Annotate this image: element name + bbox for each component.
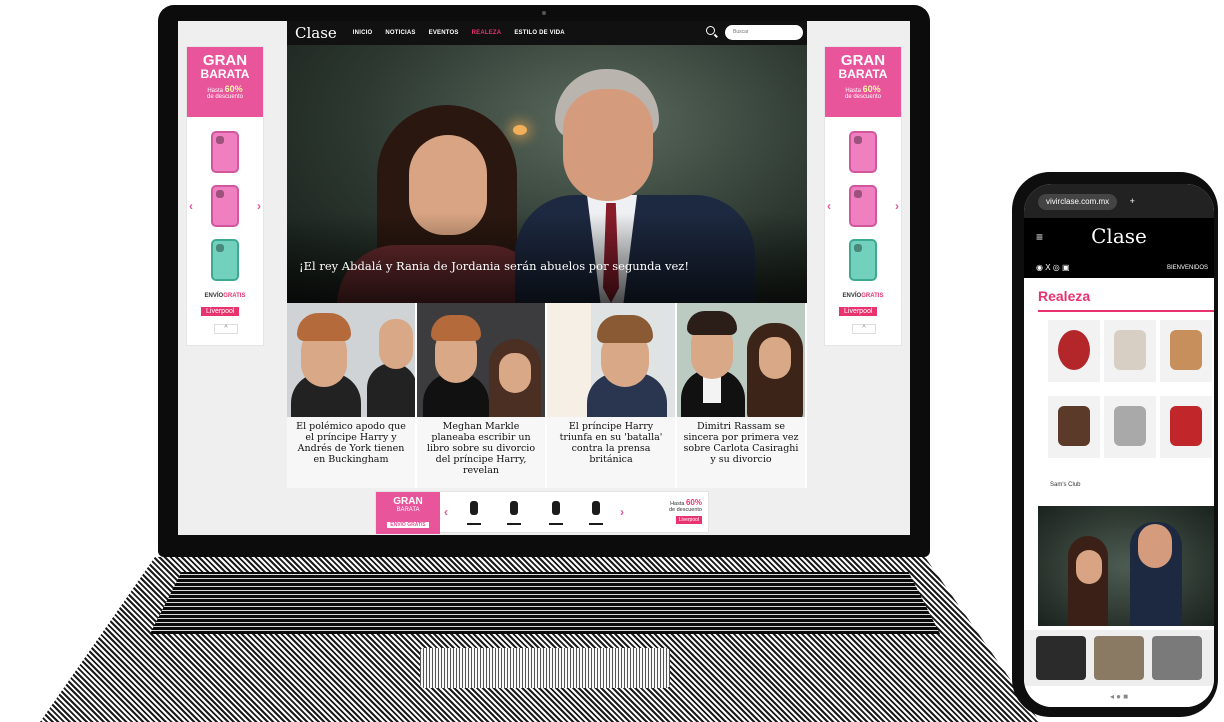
article-thumbnail[interactable] bbox=[677, 303, 805, 417]
ad-next-arrow[interactable]: › bbox=[620, 505, 624, 519]
laptop-screen: GRAN BARATA Hasta 60% de descuento ‹ › EN… bbox=[178, 21, 910, 535]
ad-promo: Hasta 60% de descuento bbox=[206, 84, 244, 100]
new-tab-icon[interactable]: + bbox=[1130, 196, 1135, 206]
ad-shipping: ENVÍOGRATIS bbox=[204, 293, 246, 299]
toy-car-icon[interactable] bbox=[506, 501, 522, 525]
phone-address-bar[interactable]: vivirclase.com.mx + bbox=[1024, 184, 1214, 218]
hero-headline[interactable]: ¡El rey Abdalá y Rania de Jordania serán… bbox=[299, 259, 689, 273]
article-title[interactable]: Dimitri Rassam se sincera por primera ve… bbox=[677, 417, 805, 488]
product-thumbnail[interactable] bbox=[1048, 320, 1100, 382]
laptop-lid: GRAN BARATA Hasta 60% de descuento ‹ › EN… bbox=[158, 5, 930, 557]
product-thumbnail[interactable] bbox=[1094, 636, 1144, 680]
phone-nav-bar[interactable]: ◂ ● ■ bbox=[1024, 687, 1214, 707]
hero-article[interactable]: ¡El rey Abdalá y Rania de Jordania serán… bbox=[287, 45, 807, 303]
section-divider bbox=[1038, 310, 1214, 312]
ad-subtitle: BARATA bbox=[200, 67, 250, 81]
left-ad-collapse-button[interactable]: ^ bbox=[214, 324, 238, 334]
article-grid: El polémico apodo que el príncipe Harry … bbox=[287, 303, 807, 488]
laptop-keyboard bbox=[150, 572, 940, 634]
phone-product-icon[interactable] bbox=[211, 185, 239, 227]
article-card[interactable]: Dimitri Rassam se sincera por primera ve… bbox=[677, 303, 807, 488]
device-mockup-scene: GRAN BARATA Hasta 60% de descuento ‹ › EN… bbox=[0, 0, 1224, 722]
phone-product-icon[interactable] bbox=[849, 185, 877, 227]
store-label: Sam's Club bbox=[1050, 482, 1081, 488]
article-title[interactable]: Meghan Markle planeaba escribir un libro… bbox=[417, 417, 545, 488]
laptop-camera bbox=[542, 11, 546, 15]
phone-product-icon[interactable] bbox=[211, 239, 239, 281]
site-nav: Clase INICIO NOTICIAS EVENTOS REALEZA ES… bbox=[287, 21, 807, 45]
ad-header: GRAN BARATA Hasta 60% de descuento bbox=[187, 47, 263, 117]
phone-hero-image[interactable] bbox=[1038, 506, 1214, 626]
nav-item-eventos[interactable]: EVENTOS bbox=[429, 30, 459, 36]
phone-product-icon[interactable] bbox=[849, 239, 877, 281]
phone-product-strip bbox=[1024, 630, 1214, 686]
product-thumbnail[interactable] bbox=[1104, 320, 1156, 382]
phone-welcome-label: BIENVENIDOS bbox=[1166, 265, 1208, 271]
product-thumbnail[interactable] bbox=[1104, 396, 1156, 458]
nav-item-inicio[interactable]: INICIO bbox=[353, 30, 373, 36]
smartphone: vivirclase.com.mx + ≡ Clase ◉ X ◎ ▣ BIEN… bbox=[1012, 172, 1218, 717]
hero-background-lamp bbox=[513, 125, 527, 135]
product-thumbnail[interactable] bbox=[1160, 320, 1212, 382]
phone-product-icon[interactable] bbox=[211, 131, 239, 173]
article-card[interactable]: El polémico apodo que el príncipe Harry … bbox=[287, 303, 417, 488]
ad-promo: Hasta 60% de descuento Liverpool bbox=[668, 498, 702, 524]
office-chair-icon[interactable] bbox=[588, 501, 604, 525]
right-side-ad[interactable]: GRAN BARATA Hasta 60% de descuento ‹ › EN… bbox=[824, 46, 902, 346]
site-logo[interactable]: Clase bbox=[295, 24, 337, 42]
ad-title: GRAN bbox=[840, 52, 886, 69]
ad-next-arrow[interactable]: › bbox=[895, 199, 899, 213]
ad-shipping: ENVÍOGRATIS bbox=[842, 293, 884, 299]
ad-prev-arrow[interactable]: ‹ bbox=[444, 505, 448, 519]
article-thumbnail[interactable] bbox=[287, 303, 415, 417]
article-title[interactable]: El polémico apodo que el príncipe Harry … bbox=[287, 417, 415, 488]
product-thumbnail[interactable] bbox=[1160, 396, 1212, 458]
phone-social-bar: ◉ X ◎ ▣ BIENVENIDOS bbox=[1024, 258, 1214, 278]
social-icons[interactable]: ◉ X ◎ ▣ bbox=[1036, 263, 1070, 272]
office-chair-icon[interactable] bbox=[466, 501, 482, 525]
phone-site-header: ≡ Clase bbox=[1024, 218, 1214, 258]
ad-next-arrow[interactable]: › bbox=[257, 199, 261, 213]
article-title[interactable]: El príncipe Harry triunfa en su 'batalla… bbox=[547, 417, 675, 488]
article-thumbnail[interactable] bbox=[417, 303, 545, 417]
nav-item-estilo-de-vida[interactable]: ESTILO DE VIDA bbox=[514, 30, 564, 36]
phone-product-icon[interactable] bbox=[849, 131, 877, 173]
nav-item-realeza[interactable]: REALEZA bbox=[472, 30, 502, 36]
phone-section-title: Realeza bbox=[1038, 288, 1091, 304]
ad-prev-arrow[interactable]: ‹ bbox=[189, 199, 193, 213]
laptop-touchpad bbox=[420, 648, 670, 688]
article-card[interactable]: Meghan Markle planeaba escribir un libro… bbox=[417, 303, 547, 488]
search-input[interactable] bbox=[725, 25, 803, 40]
article-card[interactable]: El príncipe Harry triunfa en su 'batalla… bbox=[547, 303, 677, 488]
product-thumbnail[interactable] bbox=[1152, 636, 1202, 680]
phone-site-logo[interactable]: Clase bbox=[1024, 224, 1214, 248]
ad-brand: Liverpool bbox=[201, 307, 240, 316]
search-icon[interactable] bbox=[706, 26, 715, 35]
hero-gradient bbox=[287, 213, 807, 303]
ad-brand: Liverpool bbox=[839, 307, 878, 316]
bottom-banner-ad[interactable]: GRAN BARATA ENVÍO GRATIS ‹ › Hasta 60% d… bbox=[375, 491, 709, 534]
ad-title: GRAN bbox=[202, 52, 248, 69]
ad-prev-arrow[interactable]: ‹ bbox=[827, 199, 831, 213]
ad-subtitle: BARATA bbox=[838, 67, 888, 81]
toy-car-icon[interactable] bbox=[548, 501, 564, 525]
right-ad-collapse-button[interactable]: ^ bbox=[852, 324, 876, 334]
hero-man-figure bbox=[563, 89, 653, 201]
ad-gran-barata-box: GRAN BARATA ENVÍO GRATIS bbox=[376, 492, 440, 534]
phone-screen: vivirclase.com.mx + ≡ Clase ◉ X ◎ ▣ BIEN… bbox=[1024, 184, 1214, 707]
phone-url[interactable]: vivirclase.com.mx bbox=[1038, 194, 1118, 210]
ad-header: GRAN BARATA Hasta 60% de descuento bbox=[825, 47, 901, 117]
product-thumbnail[interactable] bbox=[1048, 396, 1100, 458]
product-thumbnail[interactable] bbox=[1036, 636, 1086, 680]
ad-promo: Hasta 60% de descuento bbox=[844, 84, 882, 100]
nav-item-noticias[interactable]: NOTICIAS bbox=[385, 30, 415, 36]
article-thumbnail[interactable] bbox=[547, 303, 675, 417]
left-side-ad[interactable]: GRAN BARATA Hasta 60% de descuento ‹ › EN… bbox=[186, 46, 264, 346]
